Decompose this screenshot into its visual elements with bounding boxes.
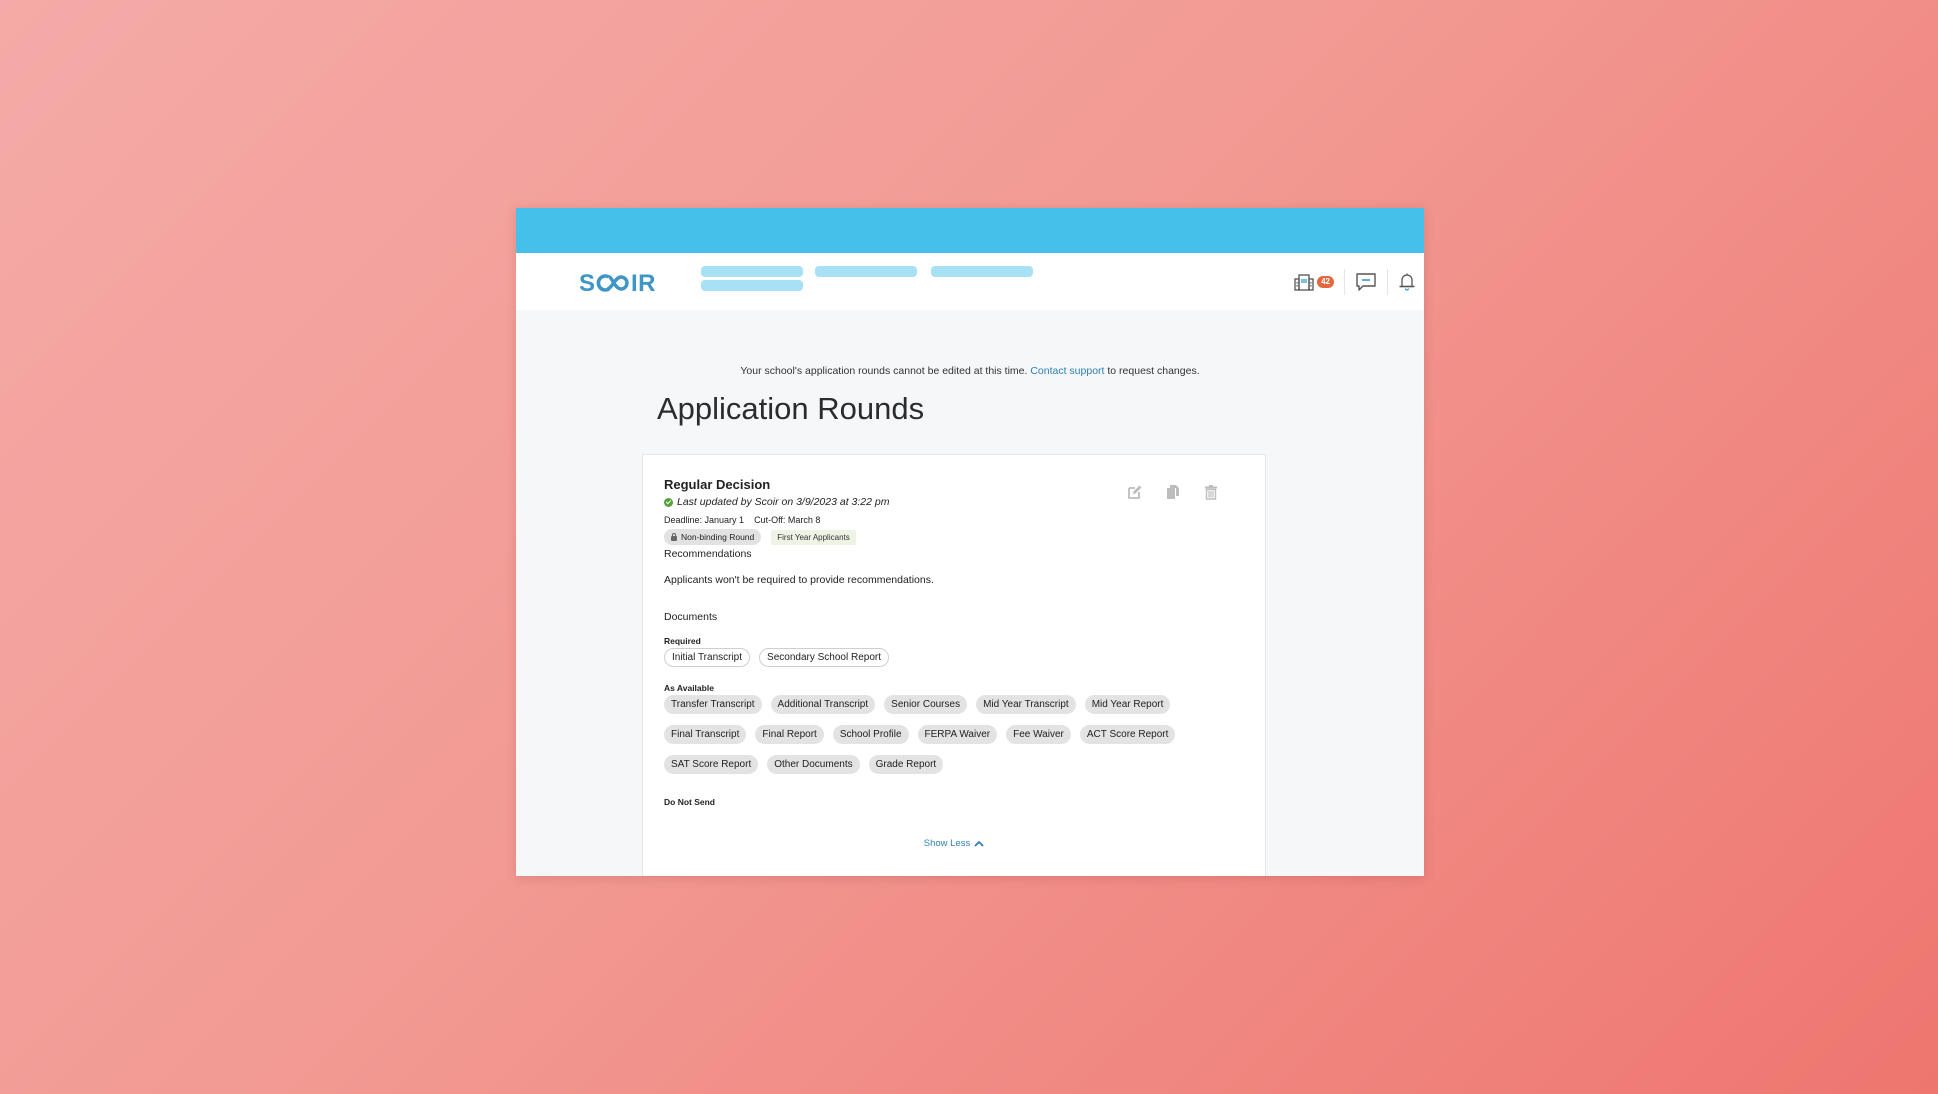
colleges-button[interactable]: 42 [1294, 253, 1344, 310]
last-updated-text: Last updated by Scoir on 3/9/2023 at 3:2… [677, 496, 890, 508]
show-less-label: Show Less [923, 838, 971, 849]
required-label: Required [664, 636, 701, 646]
document-chip: Additional Transcript [770, 695, 876, 714]
round-card: Regular Decision Last updated by Scoir o… [642, 454, 1266, 876]
document-chip: Final Report [755, 725, 824, 744]
document-chip: Other Documents [767, 755, 860, 774]
nav-link-placeholder[interactable] [815, 266, 917, 277]
document-chip: Initial Transcript [664, 648, 751, 667]
document-chip: Transfer Transcript [664, 695, 762, 714]
document-chip: Fee Waiver [1006, 725, 1071, 744]
recommendations-text: Applicants won't be required to provide … [664, 574, 934, 586]
document-chip: ACT Score Report [1079, 725, 1176, 744]
check-circle-icon [664, 497, 673, 507]
document-chip: Final Transcript [664, 725, 747, 744]
contact-support-link[interactable]: Contact support [1030, 365, 1104, 377]
messages-button[interactable] [1345, 253, 1387, 310]
message-icon [1356, 272, 1376, 291]
chevron-up-icon [974, 840, 984, 847]
nav-link-placeholder[interactable] [701, 266, 803, 277]
as-available-documents-row-2: Final Transcript Final Report School Pro… [664, 725, 1176, 744]
round-dates: Deadline: January 1 Cut-Off: March 8 [664, 515, 820, 525]
document-chip: FERPA Waiver [917, 725, 998, 744]
nav-icons: 42 [1294, 253, 1424, 310]
as-available-documents-row-3: SAT Score Report Other Documents Grade R… [664, 755, 944, 774]
deadline: Deadline: January 1 [664, 515, 745, 525]
delete-icon[interactable] [1203, 484, 1219, 500]
document-chip: SAT Score Report [664, 755, 759, 774]
notice-text: Your school's application rounds cannot … [740, 365, 1031, 377]
recommendations-heading: Recommendations [664, 548, 752, 560]
edit-icon[interactable] [1127, 484, 1143, 500]
binding-tag-label: Non-binding Round [681, 532, 755, 542]
page-title: Application Rounds [657, 391, 925, 426]
as-available-documents-row-1: Transfer Transcript Additional Transcrip… [664, 695, 1171, 714]
app-window: S IR 42 Your school's application rounds… [516, 208, 1424, 876]
required-documents: Initial Transcript Secondary School Repo… [664, 648, 889, 667]
do-not-send-label: Do Not Send [664, 797, 715, 807]
svg-text:IR: IR [631, 271, 656, 295]
notice-text-end: to request changes. [1104, 365, 1200, 377]
document-chip: School Profile [832, 725, 909, 744]
applicant-type-tag: First Year Applicants [771, 529, 856, 545]
round-name: Regular Decision [664, 477, 771, 492]
round-tags: Non-binding Round First Year Applicants [664, 529, 856, 545]
nav-link-placeholder[interactable] [701, 280, 803, 291]
svg-text:S: S [579, 271, 596, 295]
college-building-icon [1294, 273, 1314, 291]
document-chip: Secondary School Report [759, 648, 889, 667]
bell-icon [1399, 273, 1415, 291]
nav-link-placeholder[interactable] [931, 266, 1033, 277]
last-updated: Last updated by Scoir on 3/9/2023 at 3:2… [664, 496, 889, 508]
document-chip: Mid Year Report [1084, 695, 1171, 714]
top-banner [516, 208, 1424, 253]
navbar: S IR 42 [516, 253, 1424, 310]
binding-tag: Non-binding Round [664, 529, 762, 545]
document-chip: Grade Report [868, 755, 944, 774]
document-chip: Mid Year Transcript [976, 695, 1076, 714]
lock-icon [671, 532, 677, 541]
show-less-button[interactable]: Show Less [664, 838, 1244, 849]
edit-restriction-notice: Your school's application rounds cannot … [516, 365, 1424, 377]
copy-icon[interactable] [1165, 484, 1181, 500]
cutoff: Cut-Off: March 8 [754, 515, 821, 525]
documents-heading: Documents [664, 611, 718, 623]
scoir-logo-icon: S IR [579, 270, 656, 297]
as-available-label: As Available [664, 683, 714, 693]
notifications-button[interactable] [1388, 253, 1424, 310]
document-chip: Senior Courses [884, 695, 968, 714]
scoir-logo[interactable]: S IR [579, 268, 664, 299]
colleges-count-badge: 42 [1317, 275, 1334, 288]
round-actions [1127, 484, 1219, 500]
